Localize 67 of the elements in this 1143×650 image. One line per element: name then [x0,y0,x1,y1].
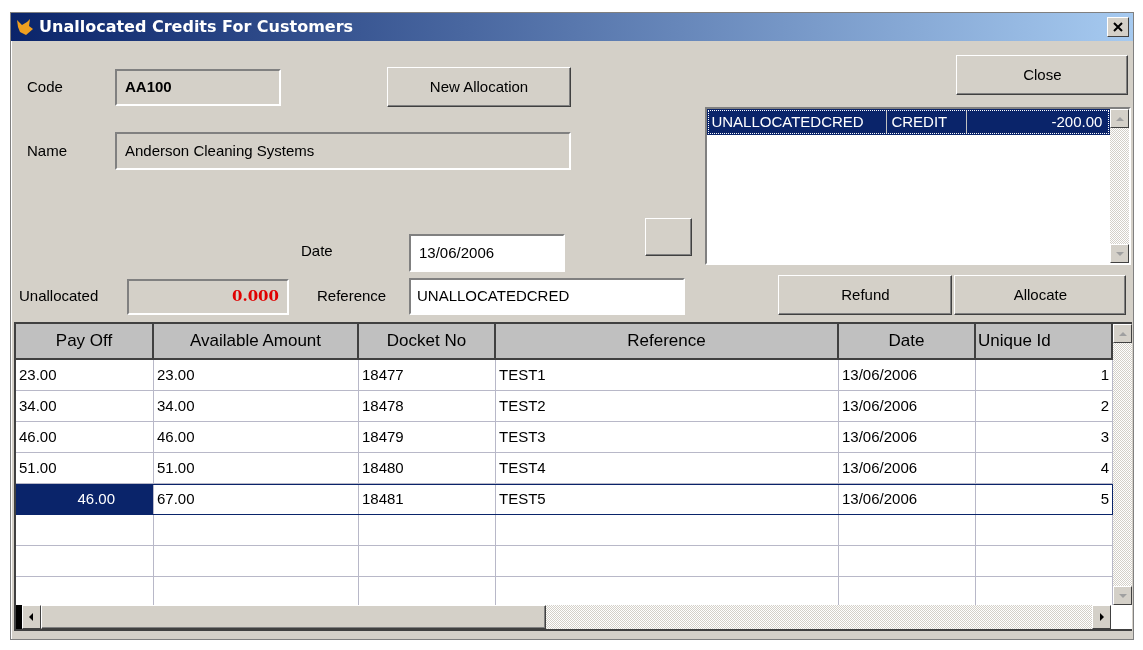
table-cell: TEST4 [496,453,839,484]
table-cell: 13/06/2006 [839,484,976,515]
table-cell: 34.00 [16,391,154,422]
window-close-button[interactable] [1107,17,1129,37]
list-cell-text: -200.00 [1050,111,1104,132]
table-cell: 23.00 [16,360,154,391]
reference-field: UNALLOCATEDCRED [409,278,685,315]
column-header[interactable]: Reference [496,324,839,360]
table-cell: 18481 [359,484,496,515]
scroll-up-button[interactable] [1113,324,1132,343]
table-cell: 51.00 [154,453,359,484]
column-header[interactable]: Docket No [359,324,496,360]
table-cell: TEST2 [496,391,839,422]
refund-button[interactable]: Refund [778,275,953,315]
code-field: AA100 [115,68,281,106]
table-cell: 18480 [359,453,496,484]
scroll-down-button[interactable] [1110,244,1130,263]
unallocated-field: 0.000 [127,278,289,315]
table-cell: 18477 [359,360,496,391]
new-allocation-button[interactable]: New Allocation [387,67,571,107]
table-cell: 13/06/2006 [839,391,976,422]
scrollbar-thumb[interactable] [41,605,546,629]
blank-button[interactable] [645,218,692,256]
column-header[interactable]: Available Amount [154,324,359,360]
allocate-button[interactable]: Allocate [954,275,1127,315]
scroll-up-button[interactable] [1110,109,1130,128]
table-cell: 18479 [359,422,496,453]
close-button[interactable]: Close [956,55,1129,95]
table-cell: 23.00 [154,360,359,391]
field-label: Unallocated [18,286,100,307]
date-field: 13/06/2006 [409,234,565,272]
field-label: Reference [317,286,388,307]
app-icon [15,17,35,37]
close-icon [1113,22,1123,32]
column-header[interactable]: Unique Id [976,324,1113,360]
scroll-left-button[interactable] [22,605,41,629]
window-title: Unallocated Credits For Customers [39,16,354,38]
table-row[interactable]: 46.00 67.00 18481 TEST5 13/06/2006 5 [16,484,1113,515]
column-header[interactable]: Date [839,324,976,360]
table-cell: 51.00 [16,453,154,484]
table-row[interactable]: 34.00 34.00 18478 TEST2 13/06/2006 2 [16,391,1113,422]
list-cell: UNALLOCATEDCRED [707,110,888,134]
table-row[interactable]: 23.00 23.00 18477 TEST1 13/06/2006 1 [16,360,1113,391]
table-row[interactable]: 51.00 51.00 18480 TEST4 13/06/2006 4 [16,453,1113,484]
table-cell: 34.00 [154,391,359,422]
table-cell: TEST5 [496,484,839,515]
list-cell: CREDIT [887,110,968,134]
name-field: Anderson Cleaning Systems [115,132,571,170]
table-cell: 46.00 [154,422,359,453]
list-row[interactable]: UNALLOCATEDCRED CREDIT -200.00 [707,109,1111,135]
scrollbar-edge [16,605,22,629]
field-label: Name [26,140,68,161]
table-cell: 13/06/2006 [839,360,976,391]
table-cell: 67.00 [154,484,359,515]
table-cell: 46.00 [16,422,154,453]
scroll-right-button[interactable] [1092,605,1111,629]
field-label: Date [301,240,334,261]
table-cell: TEST3 [496,422,839,453]
table-cell: 18478 [359,391,496,422]
field-label: Code [26,76,64,97]
table-cell: 13/06/2006 [839,453,976,484]
table-cell: TEST1 [496,360,839,391]
edit-cell[interactable]: 46.00 [16,484,154,515]
column-header[interactable]: Pay Off [16,324,154,360]
table-row[interactable]: 46.00 46.00 18479 TEST3 13/06/2006 3 [16,422,1113,453]
scroll-down-button[interactable] [1113,586,1132,605]
table-cell: 13/06/2006 [839,422,976,453]
